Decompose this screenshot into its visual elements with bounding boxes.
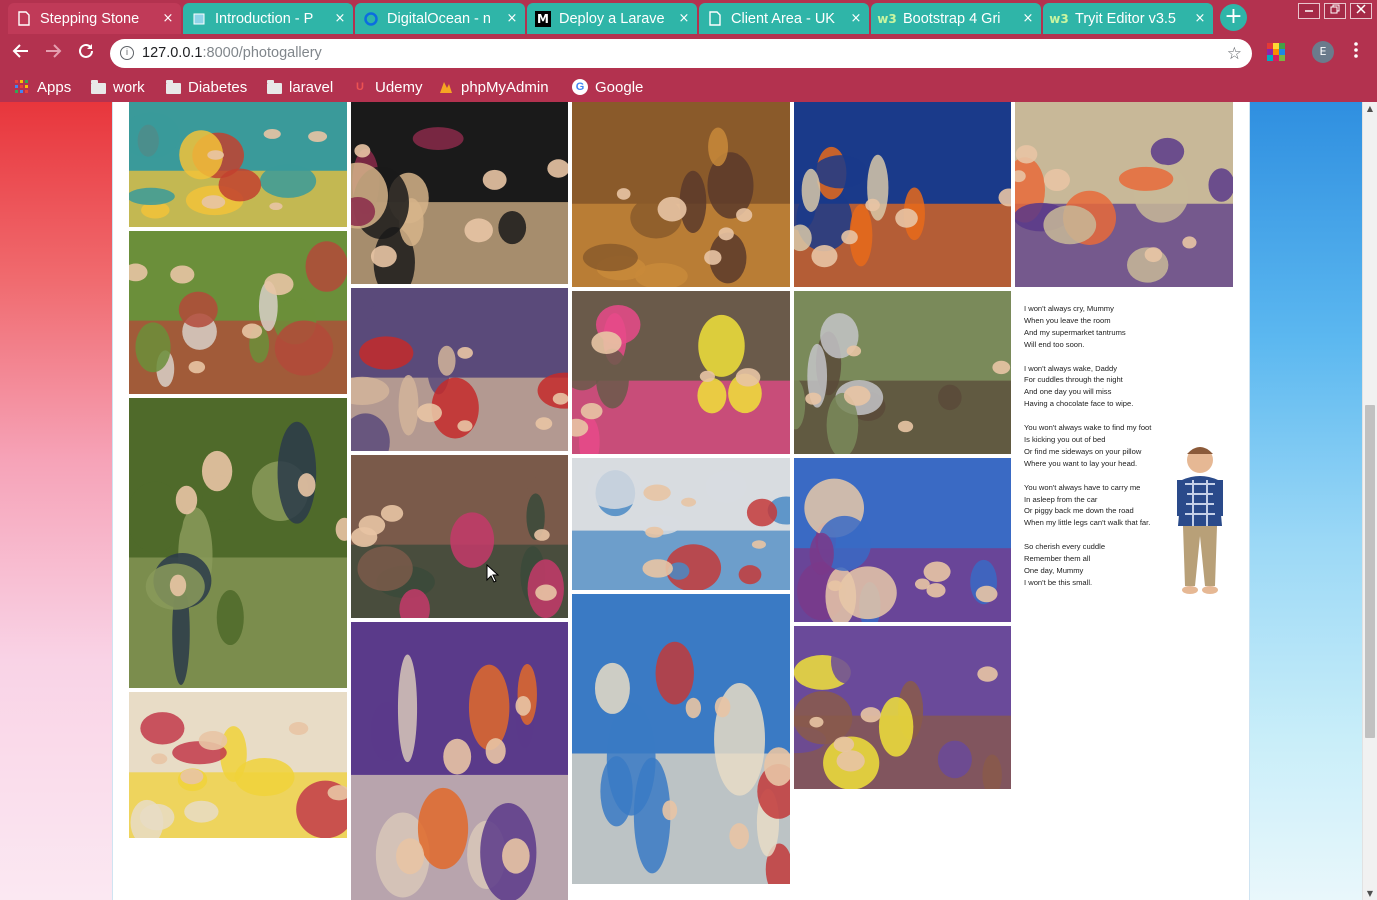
bookmark-laravel[interactable]: laravel [266, 76, 333, 98]
bookmark-label: Udemy [375, 78, 423, 96]
poem-image[interactable]: I won't always cry, Mummy When you leave… [1015, 293, 1233, 613]
page-viewport: I won't always cry, Mummy When you leave… [0, 102, 1377, 900]
restore-icon[interactable] [1324, 3, 1346, 19]
folder-icon [165, 79, 181, 95]
browser-toolbar: i 127.0.0.1:8000/photogallery ☆ E [0, 34, 1377, 72]
photo-autumn-leaves[interactable] [572, 102, 790, 287]
google-icon: G [572, 79, 588, 95]
color-palette-extension-icon[interactable] [1267, 43, 1285, 61]
close-icon[interactable]: × [161, 11, 175, 26]
bookmarks-bar: Apps work Diabetes laravel U Udemy phpMy… [0, 72, 1377, 102]
photo-classroom-display[interactable] [572, 458, 790, 590]
url-path: :8000/photogallery [202, 45, 322, 61]
new-tab-button[interactable]: + [1220, 4, 1247, 31]
mouse-cursor-icon [486, 564, 500, 583]
close-icon[interactable]: × [677, 11, 691, 26]
bookmark-label: Apps [37, 78, 72, 96]
forward-arrow-icon[interactable] [42, 42, 64, 65]
scroll-down-arrow-icon[interactable]: ▼ [1363, 889, 1377, 898]
page-icon [16, 11, 32, 27]
apps-grid-icon [14, 79, 30, 95]
photo-painting-tray[interactable] [1015, 102, 1233, 287]
bookmark-google[interactable]: G Google [572, 76, 643, 98]
vertical-scrollbar[interactable]: ▲ ▼ [1362, 102, 1377, 900]
bookmark-diabetes[interactable]: Diabetes [165, 76, 247, 98]
photo-snack-table[interactable] [794, 458, 1011, 622]
digitalocean-icon [363, 11, 379, 27]
scroll-up-arrow-icon[interactable]: ▲ [1363, 104, 1377, 113]
photo-flower-costumes[interactable] [572, 291, 790, 454]
decorative-background-right [1250, 102, 1362, 900]
photo-staff-and-children[interactable] [794, 626, 1011, 789]
phpmyadmin-icon [438, 79, 454, 95]
scrollbar-thumb[interactable] [1365, 405, 1375, 738]
page-icon [707, 11, 723, 27]
photo-group-outside-building[interactable] [351, 455, 568, 618]
bookmark-apps[interactable]: Apps [14, 76, 71, 98]
profile-avatar[interactable]: E [1312, 41, 1334, 63]
tab-bootstrap-grid[interactable]: w3 Bootstrap 4 Gri × [871, 3, 1041, 34]
tab-title: Client Area - UK [731, 10, 835, 27]
bookmark-star-icon[interactable]: ☆ [1227, 39, 1242, 68]
folder-icon [90, 79, 106, 95]
url-host: 127.0.0.1 [142, 45, 203, 61]
tab-title: DigitalOcean - n [387, 10, 491, 27]
tab-digitalocean[interactable]: DigitalOcean - n × [355, 3, 525, 34]
minimize-icon[interactable] [1298, 3, 1320, 19]
tab-deploy-laravel[interactable]: M Deploy a Larave × [527, 3, 697, 34]
photo-playground-balance[interactable] [794, 291, 1011, 454]
kebab-menu-icon[interactable] [1346, 41, 1366, 65]
folder-icon [266, 79, 282, 95]
bookmark-label: phpMyAdmin [461, 78, 549, 96]
bookmark-work[interactable]: work [90, 76, 145, 98]
tab-title: Deploy a Larave [559, 10, 665, 27]
photo-woodland-walk[interactable] [129, 398, 347, 688]
reload-icon[interactable] [75, 42, 97, 65]
tab-title: Stepping Stone [40, 10, 140, 27]
cube-icon [191, 11, 207, 27]
photo-drawing-table[interactable] [572, 594, 790, 884]
close-icon[interactable]: × [849, 11, 863, 26]
tab-title: Introduction - P [215, 10, 314, 27]
tab-tryit-editor[interactable]: w3 Tryit Editor v3.5 × [1043, 3, 1213, 34]
w3schools-icon: w3 [1049, 11, 1069, 26]
tab-title: Bootstrap 4 Gri [903, 10, 1001, 27]
poem-text: I won't always cry, Mummy When you leave… [1024, 304, 1152, 587]
bookmark-label: laravel [289, 78, 334, 96]
info-icon[interactable]: i [120, 46, 134, 60]
tab-stepping-stones[interactable]: Stepping Stone × [8, 3, 181, 34]
close-icon[interactable]: × [333, 11, 347, 26]
photo-garden-group[interactable] [129, 231, 347, 394]
address-bar[interactable]: i 127.0.0.1:8000/photogallery ☆ [110, 39, 1252, 68]
close-icon[interactable]: × [1021, 11, 1035, 26]
tab-title: Tryit Editor v3.5 [1075, 10, 1176, 27]
w3schools-icon: w3 [877, 11, 897, 26]
photo-toys-playroom[interactable] [129, 102, 347, 227]
bookmark-label: work [113, 78, 145, 96]
bookmark-label: Google [595, 78, 644, 96]
photo-lizard-handling[interactable] [351, 288, 568, 451]
medium-icon: M [535, 10, 551, 27]
tab-strip: Stepping Stone × Introduction - P × Digi… [0, 0, 1377, 34]
bookmark-label: Diabetes [188, 78, 248, 96]
close-window-icon[interactable] [1350, 3, 1372, 19]
close-icon[interactable]: × [505, 11, 519, 26]
boy-illustration [1177, 447, 1223, 594]
tab-client-area[interactable]: Client Area - UK × [699, 3, 869, 34]
tab-introduction[interactable]: Introduction - P × [183, 3, 353, 34]
photo-christmas-tree[interactable] [351, 102, 568, 284]
photo-sensory-tray[interactable] [794, 102, 1011, 287]
bookmark-phpmyadmin[interactable]: phpMyAdmin [438, 76, 549, 98]
close-icon[interactable]: × [1193, 11, 1207, 26]
bookmark-udemy[interactable]: U Udemy [352, 76, 423, 98]
photo-play-tent[interactable] [129, 692, 347, 838]
decorative-background-left [0, 102, 112, 900]
back-arrow-icon[interactable] [10, 42, 32, 65]
udemy-icon: U [356, 81, 364, 93]
photo-pumpkin-carving[interactable] [351, 622, 568, 900]
